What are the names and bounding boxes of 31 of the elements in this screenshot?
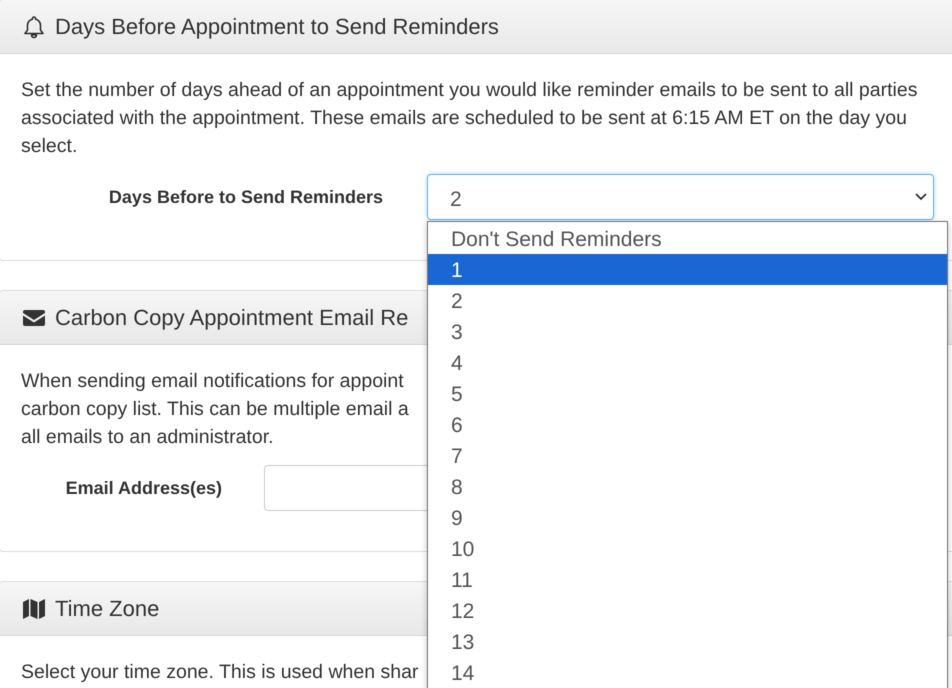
field-label: Email Address(es) xyxy=(66,478,222,498)
dropdown-option[interactable]: 8 xyxy=(428,471,947,502)
dropdown-option[interactable]: 14 xyxy=(428,657,947,688)
dropdown-option[interactable]: 7 xyxy=(428,440,947,471)
dropdown-option[interactable]: 5 xyxy=(428,378,947,409)
description-text: Set the number of days ahead of an appointment you would like reminder emails to be sent to all parties associated with the appointment. These emails are scheduled to be sent at 6:15 AM ET on the day you select. xyxy=(21,78,918,159)
dropdown-option[interactable]: 1 xyxy=(428,254,947,285)
dropdown-option[interactable]: 4 xyxy=(428,347,947,378)
dropdown-option[interactable]: 11 xyxy=(428,564,947,595)
dropdown-option[interactable]: 6 xyxy=(428,409,947,440)
description-line: Select your time zone. This is used when shar xyxy=(21,660,418,685)
field-label: Days Before to Send Reminders xyxy=(108,186,383,208)
email-input-field[interactable] xyxy=(264,465,427,511)
dropdown-option[interactable]: 3 xyxy=(428,316,947,347)
description-line: carbon copy list. This can be multiple email a xyxy=(21,397,409,422)
dropdown-option[interactable]: 2 xyxy=(428,285,947,316)
panel-title: Time Zone xyxy=(55,596,160,622)
chevron-down-icon xyxy=(915,193,927,201)
dropdown-option[interactable]: 10 xyxy=(428,533,947,564)
dropdown-option[interactable]: 12 xyxy=(428,595,947,626)
panel-title: Days Before Appointment to Send Reminders xyxy=(55,14,499,40)
description-line: When sending email notifications for appoint xyxy=(21,369,404,394)
dropdown-option[interactable]: 9 xyxy=(428,502,947,533)
envelope-icon xyxy=(23,308,45,326)
map-icon xyxy=(23,598,45,620)
dropdown-option[interactable]: Don't Send Reminders xyxy=(428,223,947,254)
bell-icon xyxy=(23,14,45,38)
days-select[interactable]: 2 xyxy=(427,174,934,220)
panel-title: Carbon Copy Appointment Email Re xyxy=(55,304,408,330)
description-line: all emails to an administrator. xyxy=(21,425,274,450)
dropdown-option[interactable]: 13 xyxy=(428,626,947,657)
